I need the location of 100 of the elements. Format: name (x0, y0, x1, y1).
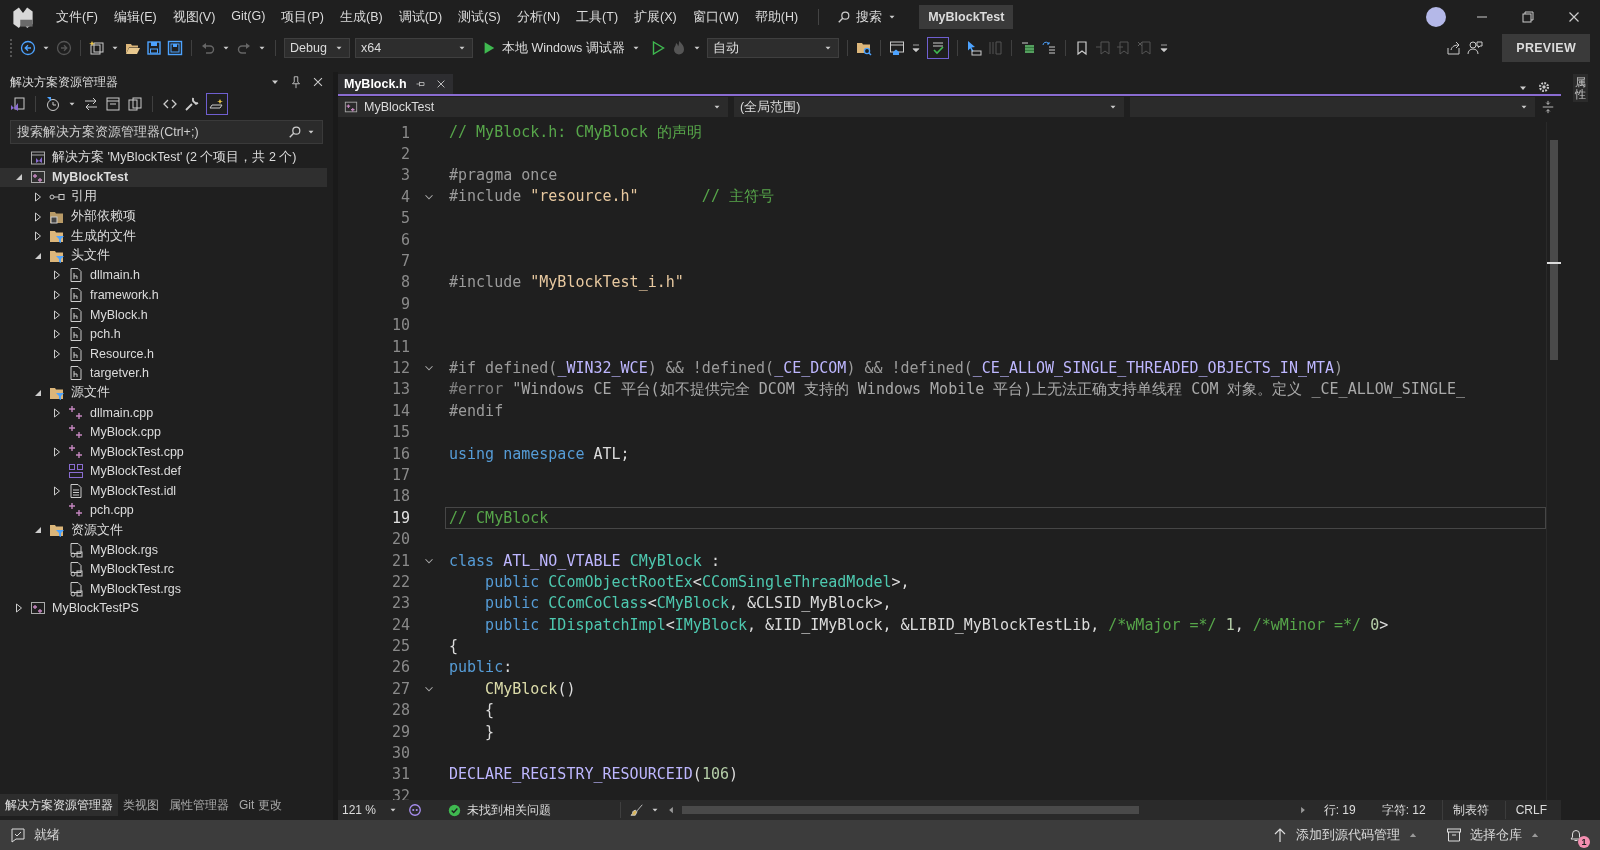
collapsed-arrow-icon[interactable] (52, 407, 62, 418)
menu-item[interactable]: 工具(T) (568, 4, 627, 30)
tree-item[interactable]: MyBlockTest.idl (0, 481, 327, 501)
configuration-dropdown[interactable]: Debug (284, 38, 350, 58)
save-all-icon[interactable] (167, 40, 183, 56)
startup-dropdown[interactable]: 自动 (706, 38, 839, 58)
overflow-icon[interactable] (909, 42, 922, 54)
tree-item[interactable]: MyBlockTest.rc (0, 559, 327, 580)
collapsed-arrow-icon[interactable] (52, 289, 62, 300)
tree-item[interactable]: 解决方案 'MyBlockTest' (2 个项目，共 2 个) (0, 148, 327, 168)
tree-item[interactable]: MyBlock.rgs (0, 539, 327, 560)
tree-item[interactable]: 源文件 (0, 383, 327, 403)
tree-item[interactable]: MyBlockTest.def (0, 461, 327, 482)
vs-logo-icon[interactable] (12, 6, 34, 28)
expanded-arrow-icon[interactable] (33, 525, 43, 536)
expanded-arrow-icon[interactable] (14, 172, 24, 183)
tree-item[interactable]: MyBlock.h (0, 304, 327, 325)
feedback-icon[interactable] (1467, 40, 1484, 56)
tree-item[interactable]: MyBlock.cpp (0, 422, 327, 442)
zoom-dropdown[interactable]: 121 % (338, 803, 403, 817)
vs-switch-icon[interactable] (10, 96, 26, 112)
brush-icon[interactable] (630, 803, 645, 817)
menu-item[interactable]: 生成(B) (332, 4, 391, 30)
restore-icon[interactable] (1520, 9, 1536, 25)
menu-item[interactable]: 文件(F) (48, 4, 106, 30)
preview-button[interactable]: PREVIEW (1502, 34, 1590, 62)
panel-tab[interactable]: 解决方案资源管理器 (0, 794, 118, 816)
gear-icon[interactable] (1537, 80, 1551, 94)
collapsed-arrow-icon[interactable] (52, 348, 62, 359)
menu-item[interactable]: 视图(V) (164, 4, 224, 30)
platform-dropdown[interactable]: x64 (355, 38, 473, 58)
tree-item[interactable]: targetver.h (0, 363, 327, 384)
menu-item[interactable]: 项目(P) (273, 4, 332, 30)
source-control-button[interactable]: 添加到源代码管理 (1272, 826, 1418, 844)
collapse-icon[interactable] (105, 96, 121, 112)
tree-item[interactable]: Resource.h (0, 343, 327, 364)
tree-item[interactable]: MyBlockTest.cpp (0, 441, 327, 462)
search-button[interactable]: 搜索 (831, 4, 904, 30)
menu-item[interactable]: 窗口(W) (684, 4, 747, 30)
close-icon[interactable] (311, 75, 325, 89)
redo-icon[interactable] (236, 40, 252, 56)
tree-item[interactable]: 外部依赖项 (0, 206, 327, 227)
tree-item[interactable]: MyBlockTest.rgs (0, 579, 327, 599)
collapsed-arrow-icon[interactable] (52, 329, 62, 340)
uncomment-lines-icon[interactable] (1040, 40, 1057, 56)
cursor-icon[interactable] (965, 40, 982, 56)
menu-item[interactable]: 调试(D) (390, 4, 451, 30)
panel-tab[interactable]: Git 更改 (234, 794, 287, 816)
overflow-icon[interactable] (1157, 42, 1170, 54)
document-tab[interactable]: MyBlock.h (338, 74, 453, 94)
tree-item[interactable]: pch.h (0, 324, 327, 344)
issues-indicator[interactable]: 未找到相关问题 (448, 801, 552, 819)
project-dropdown[interactable]: MyBlockTest (338, 97, 728, 117)
tree-item[interactable]: dllmain.h (0, 265, 327, 286)
search-field[interactable]: 搜索解决方案资源管理器(Ctrl+;) (10, 120, 323, 144)
collapsed-arrow-icon[interactable] (33, 231, 43, 242)
window-home-icon[interactable] (888, 40, 905, 56)
back-icon[interactable] (20, 40, 36, 56)
folder-search-icon[interactable] (855, 40, 872, 56)
tree-item[interactable]: 头文件 (0, 245, 327, 266)
split-icon[interactable] (1541, 100, 1555, 114)
start-debugging-button[interactable]: 本地 Windows 调试器 (478, 37, 645, 59)
collapsed-arrow-icon[interactable] (52, 446, 62, 457)
menu-item[interactable]: 编辑(E) (105, 4, 165, 30)
spell-check-toggle[interactable] (926, 37, 949, 59)
filter-toggle[interactable] (206, 93, 228, 115)
menu-item[interactable]: 扩展(X) (626, 4, 685, 30)
collapsed-arrow-icon[interactable] (33, 192, 43, 202)
save-icon[interactable] (146, 40, 162, 56)
line-ending[interactable]: CRLF (1504, 801, 1557, 819)
new-item-icon[interactable] (89, 40, 105, 56)
tree-item[interactable]: 引用 (0, 187, 327, 207)
collapsed-arrow-icon[interactable] (52, 485, 62, 496)
repository-button[interactable]: 选择仓库 (1446, 826, 1540, 844)
tree-item[interactable]: 资源文件 (0, 520, 327, 540)
panel-tab[interactable]: 属性管理器 (164, 794, 234, 816)
tree-item[interactable]: dllmain.cpp (0, 402, 327, 423)
copy-pages-icon[interactable] (127, 96, 143, 112)
panel-tab[interactable]: 类视图 (118, 794, 164, 816)
tree-item[interactable]: 生成的文件 (0, 226, 327, 246)
share-icon[interactable] (1446, 40, 1463, 56)
sync-icon[interactable] (83, 96, 99, 112)
tree-item[interactable]: MyBlockTest (0, 167, 327, 188)
collapsed-arrow-icon[interactable] (33, 211, 43, 222)
history-icon[interactable] (45, 96, 61, 112)
comment-lines-icon[interactable] (1019, 40, 1036, 56)
menu-item[interactable]: 测试(S) (450, 4, 509, 30)
collapsed-arrow-icon[interactable] (52, 309, 62, 320)
tree-item[interactable]: framework.h (0, 285, 327, 305)
menu-item[interactable]: 分析(N) (508, 4, 569, 30)
menu-item[interactable]: Git(G) (223, 4, 274, 30)
scope-dropdown[interactable]: (全局范围) (734, 97, 1124, 117)
tree-item[interactable]: pch.cpp (0, 500, 327, 521)
undo-icon[interactable] (200, 40, 216, 56)
avatar-icon[interactable] (1426, 7, 1446, 27)
menu-item[interactable]: 帮助(H) (746, 4, 807, 30)
side-tab[interactable]: 属性 (1573, 74, 1588, 103)
collapsed-arrow-icon[interactable] (52, 270, 62, 281)
collapsed-arrow-icon[interactable] (14, 603, 24, 614)
wrench-icon[interactable] (184, 96, 200, 112)
